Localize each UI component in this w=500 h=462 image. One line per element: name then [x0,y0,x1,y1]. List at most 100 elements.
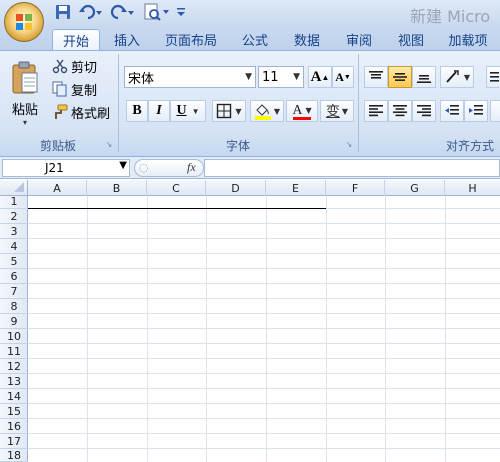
align-center-button[interactable] [388,100,412,122]
align-middle-button[interactable] [388,66,412,88]
row-header[interactable]: 16 [0,419,28,434]
formula-input[interactable] [204,159,500,177]
tab-review[interactable]: 审阅 [336,29,382,50]
tab-formulas[interactable]: 公式 [232,29,278,50]
grow-font-button[interactable]: A ▲ [308,66,332,88]
borders-button[interactable]: ▼ [212,100,246,122]
column-header[interactable]: B [87,180,147,196]
font-size-select[interactable]: 11 ▼ [258,66,304,88]
increase-indent-button[interactable] [464,100,488,122]
clipboard-launcher-icon[interactable]: ↘ [104,140,114,150]
column-header[interactable]: C [147,180,206,196]
font-name-select[interactable]: 宋体 ▼ [124,66,256,88]
row-header[interactable]: 8 [0,299,28,314]
chevron-down-icon[interactable]: ▼ [119,160,127,171]
font-launcher-icon[interactable]: ↘ [344,140,354,150]
gridline [266,196,267,462]
italic-button[interactable]: I [148,100,170,122]
copy-label: 复制 [71,83,98,99]
bold-button[interactable]: B [126,100,148,122]
tab-data[interactable]: 数据 [284,29,330,50]
row-header[interactable]: 18 [0,449,28,462]
name-box-value: J21 [45,161,64,175]
tab-view[interactable]: 视图 [388,29,434,50]
cancel-icon[interactable]: ◌ [139,161,149,174]
align-bottom-icon [417,75,431,83]
underline-button[interactable]: U ▼ [170,100,206,122]
fill-color-button[interactable]: ▼ [250,100,284,122]
row-header[interactable]: 9 [0,314,28,329]
tab-home[interactable]: 开始 [52,29,100,51]
tab-add-ins[interactable]: 加载项 [440,29,496,50]
gridline [87,196,88,462]
row-header[interactable]: 13 [0,374,28,389]
bold-label: B [132,103,142,118]
row-header[interactable]: 15 [0,404,28,419]
row-header[interactable]: 14 [0,389,28,404]
text-orientation-icon [446,70,459,83]
print-preview-icon[interactable] [142,2,172,22]
column-header[interactable]: A [28,180,87,196]
undo-icon[interactable] [76,2,106,22]
row-header[interactable]: 11 [0,344,28,359]
redo-icon[interactable] [108,2,138,22]
column-header[interactable]: E [266,180,326,196]
decrease-indent-button[interactable] [440,100,464,122]
align-bottom-button[interactable] [412,66,436,88]
paste-dropdown-icon[interactable]: ▾ [23,118,27,127]
row-header[interactable]: 10 [0,329,28,344]
gridline [28,373,500,374]
column-header[interactable]: F [326,180,385,196]
row-header[interactable]: 5 [0,254,28,269]
format-painter-icon [55,104,68,119]
shrink-font-label: A [335,69,344,84]
fx-icon[interactable]: fx [187,160,196,175]
office-button[interactable] [4,2,44,42]
row-header[interactable]: 3 [0,224,28,239]
group-separator [358,54,359,152]
align-left-button[interactable] [364,100,388,122]
row-header[interactable]: 2 [0,209,28,224]
gridline [28,313,500,314]
align-top-icon [369,71,383,79]
font-group-label: 字体 [225,138,250,153]
name-box[interactable]: J21 ▼ [2,159,130,177]
tab-page-layout[interactable]: 页面布局 [158,29,224,50]
gridline [28,448,500,449]
align-top-button[interactable] [364,66,388,88]
row-header[interactable]: 12 [0,359,28,374]
row-header[interactable]: 7 [0,284,28,299]
wrap-text-button[interactable] [486,66,500,88]
office-logo-icon [16,14,32,30]
customize-toolbar-icon[interactable] [174,2,188,22]
merge-center-button[interactable] [490,100,500,122]
paste-button[interactable]: 粘贴 ▾ [6,56,44,132]
paint-bucket-icon [254,104,271,120]
font-color-button[interactable]: A ▼ [286,100,318,122]
column-header[interactable]: D [206,180,266,196]
copy-button[interactable]: 复制 [52,80,110,99]
gridline [206,196,207,462]
scissors-icon [52,59,68,74]
format-painter-button[interactable]: 格式刷 [52,103,114,122]
underline-label: U [176,103,187,118]
row-header[interactable]: 17 [0,434,28,449]
gridline [28,283,500,284]
phonetic-button[interactable]: 变 ▼ [320,100,354,122]
grow-font-label: A [310,68,322,85]
save-icon[interactable] [52,2,74,22]
row-header[interactable]: 1 [0,194,28,209]
align-right-button[interactable] [412,100,436,122]
orientation-button[interactable]: ▼ [440,66,474,88]
gridline [326,196,327,462]
insert-function-area: ◌ fx [134,159,204,177]
gridline [385,196,386,462]
row-header[interactable]: 6 [0,269,28,284]
shrink-font-button[interactable]: A ▼ [332,66,354,88]
tab-insert[interactable]: 插入 [104,29,150,50]
column-header[interactable]: G [385,180,445,196]
row-header[interactable]: 4 [0,239,28,254]
copy-icon [52,81,67,97]
cut-button[interactable]: 剪切 [52,57,110,76]
column-header[interactable]: H [445,180,500,196]
